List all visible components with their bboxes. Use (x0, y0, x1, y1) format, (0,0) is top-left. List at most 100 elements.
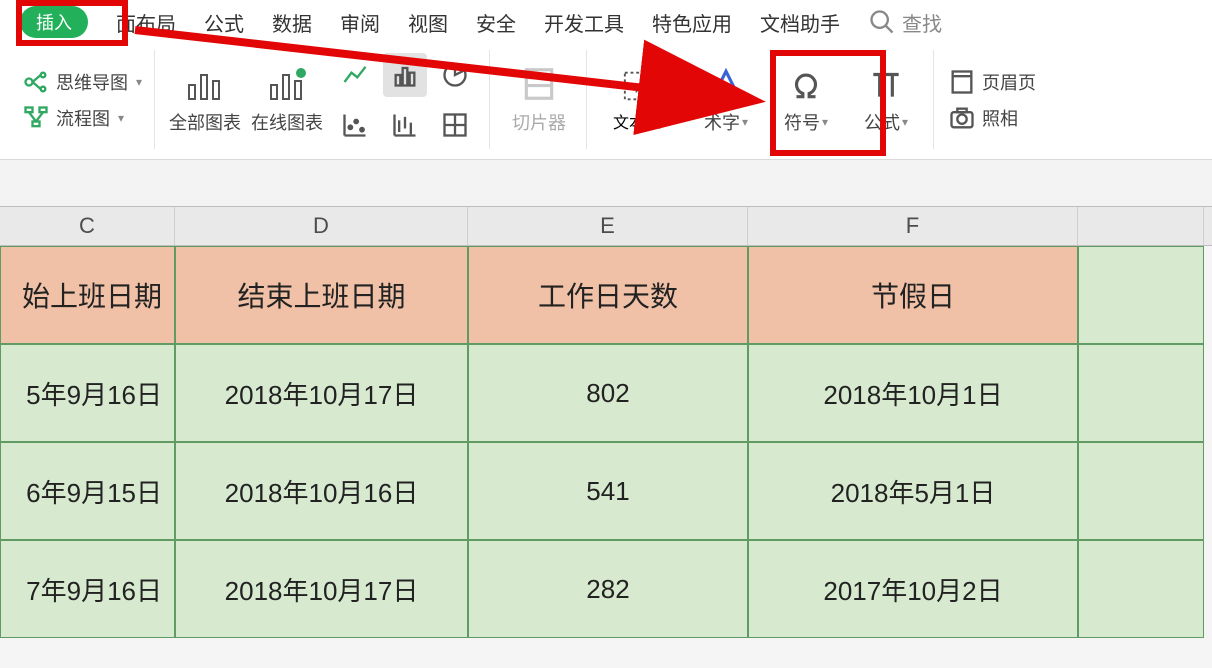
ribbon-group-text: A 文本框 ▾ 术字▾ 符号▾ 公式▾ (589, 50, 934, 149)
tab-bar: 插入 面布局 公式 数据 审阅 视图 安全 开发工具 特色应用 文档助手 查找 (0, 0, 1212, 40)
line-chart-icon (341, 61, 369, 89)
cell-d3[interactable]: 2018年10月16日 (175, 442, 468, 540)
spreadsheet: 始上班日期 结束上班日期 工作日天数 节假日 5年9月16日 2018年10月1… (0, 246, 1212, 638)
camera-label: 照相 (982, 105, 1018, 131)
find-button[interactable]: 查找 (868, 8, 942, 37)
wordart-label: 术字 (704, 109, 740, 135)
cell-d4[interactable]: 2018年10月17日 (175, 540, 468, 638)
wordart-button[interactable]: 术字▾ (691, 65, 761, 135)
textbox-icon: A (622, 67, 660, 105)
col-header-e[interactable]: E (468, 207, 748, 245)
column-chart-icon (391, 61, 419, 89)
cell-e4[interactable]: 282 (468, 540, 748, 638)
chevron-down-icon: ▾ (742, 115, 748, 129)
tab-special[interactable]: 特色应用 (652, 8, 732, 37)
mindmap-button[interactable]: 思维导图 ▾ (22, 68, 142, 96)
bar-chart-icon (183, 65, 227, 103)
cell-c2[interactable]: 5年9月16日 (0, 344, 175, 442)
col-header-f[interactable]: F (748, 207, 1078, 245)
ribbon-group-charts: 全部图表 在线图表 (157, 50, 490, 149)
formula-bar-area (0, 160, 1212, 206)
flowchart-label: 流程图 (56, 105, 110, 131)
scatter-chart-icon (341, 111, 369, 139)
flowchart-button[interactable]: 流程图 ▾ (22, 104, 124, 132)
more-chart-icon (441, 111, 469, 139)
tab-devtools[interactable]: 开发工具 (544, 8, 624, 37)
pie-chart-icon (441, 61, 469, 89)
online-charts-button[interactable]: 在线图表 (251, 65, 323, 135)
textbox-button[interactable]: A 文本框 ▾ (601, 63, 681, 137)
ribbon: 思维导图 ▾ 流程图 ▾ 全部图表 在线图表 (0, 40, 1212, 160)
ribbon-group-diagrams: 思维导图 ▾ 流程图 ▾ (10, 50, 155, 149)
tab-view[interactable]: 视图 (408, 8, 448, 37)
tab-security[interactable]: 安全 (476, 8, 516, 37)
search-icon (868, 8, 896, 36)
header-footer-label: 页眉页 (982, 69, 1036, 95)
header-footer-button[interactable]: 页眉页 (948, 68, 1036, 96)
slicer-button[interactable]: 切片器 (504, 65, 574, 135)
chart-more-button[interactable] (433, 103, 477, 147)
chart-stock-button[interactable] (383, 103, 427, 147)
cell-blank[interactable] (1078, 246, 1204, 344)
chevron-down-icon: ▾ (118, 111, 124, 125)
tab-insert[interactable]: 插入 (20, 6, 88, 38)
chevron-down-icon: ▾ (902, 115, 908, 129)
chevron-down-icon: ▾ (822, 115, 828, 129)
ribbon-group-page: 页眉页 照相 (936, 50, 1048, 149)
all-charts-button[interactable]: 全部图表 (169, 65, 241, 135)
find-label: 查找 (902, 8, 942, 37)
col-header-c[interactable]: C (0, 207, 175, 245)
chart-pie-button[interactable] (433, 53, 477, 97)
cell-c4[interactable]: 7年9月16日 (0, 540, 175, 638)
chevron-down-icon: ▾ (663, 114, 669, 128)
header-workdays[interactable]: 工作日天数 (468, 246, 748, 344)
chart-column-button[interactable] (383, 53, 427, 97)
symbol-label: 符号 (784, 109, 820, 135)
ribbon-group-slicer: 切片器 (492, 50, 587, 149)
tab-review[interactable]: 审阅 (340, 8, 380, 37)
slicer-icon (520, 65, 558, 103)
symbol-button[interactable]: 符号▾ (771, 65, 841, 135)
cell-e2[interactable]: 802 (468, 344, 748, 442)
cell-blank[interactable] (1078, 442, 1204, 540)
wordart-icon (707, 65, 745, 103)
cell-d2[interactable]: 2018年10月17日 (175, 344, 468, 442)
tab-formula[interactable]: 公式 (204, 8, 244, 37)
cell-c3[interactable]: 6年9月15日 (0, 442, 175, 540)
camera-button[interactable]: 照相 (948, 104, 1018, 132)
cell-f2[interactable]: 2018年10月1日 (748, 344, 1078, 442)
equation-button[interactable]: 公式▾ (851, 65, 921, 135)
textbox-label: 文本框 (613, 109, 661, 133)
cell-blank[interactable] (1078, 540, 1204, 638)
tab-page-layout[interactable]: 面布局 (116, 8, 176, 37)
all-charts-label: 全部图表 (169, 109, 241, 135)
mindmap-label: 思维导图 (56, 69, 128, 95)
cell-f3[interactable]: 2018年5月1日 (748, 442, 1078, 540)
tab-data[interactable]: 数据 (272, 8, 312, 37)
header-holiday[interactable]: 节假日 (748, 246, 1078, 344)
online-chart-icon (265, 65, 309, 103)
chart-line-button[interactable] (333, 53, 377, 97)
header-footer-icon (948, 68, 976, 96)
omega-icon (787, 65, 825, 103)
equation-label: 公式 (864, 109, 900, 135)
col-header-d[interactable]: D (175, 207, 468, 245)
pi-icon (867, 65, 905, 103)
chevron-down-icon: ▾ (136, 75, 142, 89)
cell-blank[interactable] (1078, 344, 1204, 442)
col-header-tail[interactable] (1078, 207, 1204, 245)
chart-scatter-button[interactable] (333, 103, 377, 147)
mindmap-icon (22, 68, 50, 96)
cell-f4[interactable]: 2017年10月2日 (748, 540, 1078, 638)
tab-dochelper[interactable]: 文档助手 (760, 8, 840, 37)
camera-icon (948, 104, 976, 132)
column-headers: C D E F (0, 206, 1212, 246)
svg-text:A: A (635, 77, 647, 96)
slicer-label: 切片器 (512, 109, 566, 135)
header-end-date[interactable]: 结束上班日期 (175, 246, 468, 344)
online-charts-label: 在线图表 (251, 109, 323, 135)
header-start-date[interactable]: 始上班日期 (0, 246, 175, 344)
flowchart-icon (22, 104, 50, 132)
stock-chart-icon (391, 111, 419, 139)
cell-e3[interactable]: 541 (468, 442, 748, 540)
